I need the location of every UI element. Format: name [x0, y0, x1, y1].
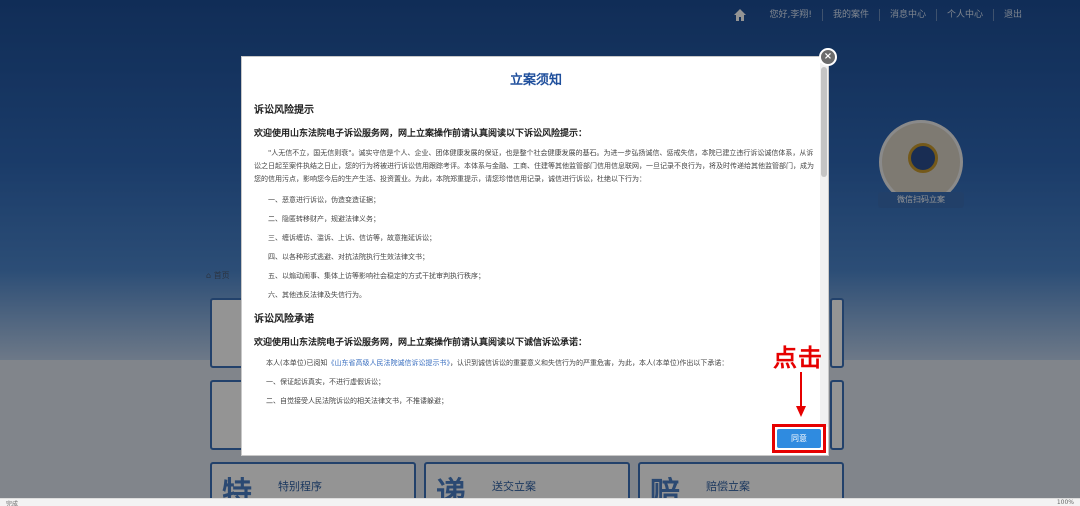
zoom-level[interactable]: 100%	[1057, 499, 1074, 506]
risk-warning-heading: 诉讼风险提示	[254, 105, 314, 116]
browser-status-bar: 完成 100%	[0, 498, 1080, 506]
list-item: 三、缠诉缠访、滥诉、上诉、信访等，故意拖延诉讼；	[268, 234, 436, 242]
risk-warning-paragraph: "人无信不立，国无信则衰"。诚实守信是个人、企业、团体健康发展的保证，也是整个社…	[254, 149, 814, 183]
list-item: 一、恶意进行诉讼，伪造变造证据；	[268, 196, 380, 204]
commitment-suffix: ，认识到诚信诉讼的重要意义和失信行为的严重危害，为此，本人(本单位)作出以下承诺…	[449, 359, 729, 367]
status-text: 完成	[6, 501, 19, 506]
commitment-heading: 诉讼风险承诺	[254, 314, 314, 325]
commitment-paragraph: 本人(本单位)已阅知《山东省高级人民法院诚信诉讼提示书》，认识到诚信诉讼的重要意…	[254, 358, 816, 368]
list-item: 二、隐匿转移财产，规避法律义务；	[268, 215, 380, 223]
integrity-notice-link[interactable]: 《山东省高级人民法院诚信诉讼提示书》	[327, 359, 450, 367]
list-item: 六、其他违反法律及失信行为。	[268, 291, 366, 299]
dialog-body[interactable]: 诉讼风险提示 欢迎使用山东法院电子诉讼服务网，网上立案操作前请认真阅读以下诉讼风…	[254, 95, 816, 423]
agree-button[interactable]: 同意	[777, 429, 821, 448]
commitment-prefix: 本人(本单位)已阅知	[266, 359, 328, 367]
list-item: 四、以各种形式逃避、对抗法院执行生效法律文书；	[268, 253, 429, 261]
annotation-arrow-icon	[796, 372, 806, 417]
commitment-intro: 欢迎使用山东法院电子诉讼服务网，网上立案操作前请认真阅读以下诚信诉讼承诺：	[254, 338, 588, 348]
close-icon[interactable]: ×	[819, 48, 837, 66]
dialog-title: 立案须知	[509, 73, 562, 88]
risk-warning-intro: 欢迎使用山东法院电子诉讼服务网，网上立案操作前请认真阅读以下诉讼风险提示：	[254, 129, 588, 139]
filing-notice-dialog: 立案须知 诉讼风险提示 欢迎使用山东法院电子诉讼服务网，网上立案操作前请认真阅读…	[241, 56, 829, 456]
list-item: 二、自觉接受人民法院诉讼的相关法律文书，不推诿躲避；	[266, 397, 448, 405]
annotation-label: 点击	[773, 343, 823, 372]
list-item: 五、以煽动闹事、集体上访等影响社会稳定的方式干扰审判执行秩序；	[268, 272, 485, 280]
list-item: 一、保证起诉真实，不进行虚假诉讼；	[266, 378, 385, 386]
scrollbar-thumb[interactable]	[821, 67, 827, 177]
